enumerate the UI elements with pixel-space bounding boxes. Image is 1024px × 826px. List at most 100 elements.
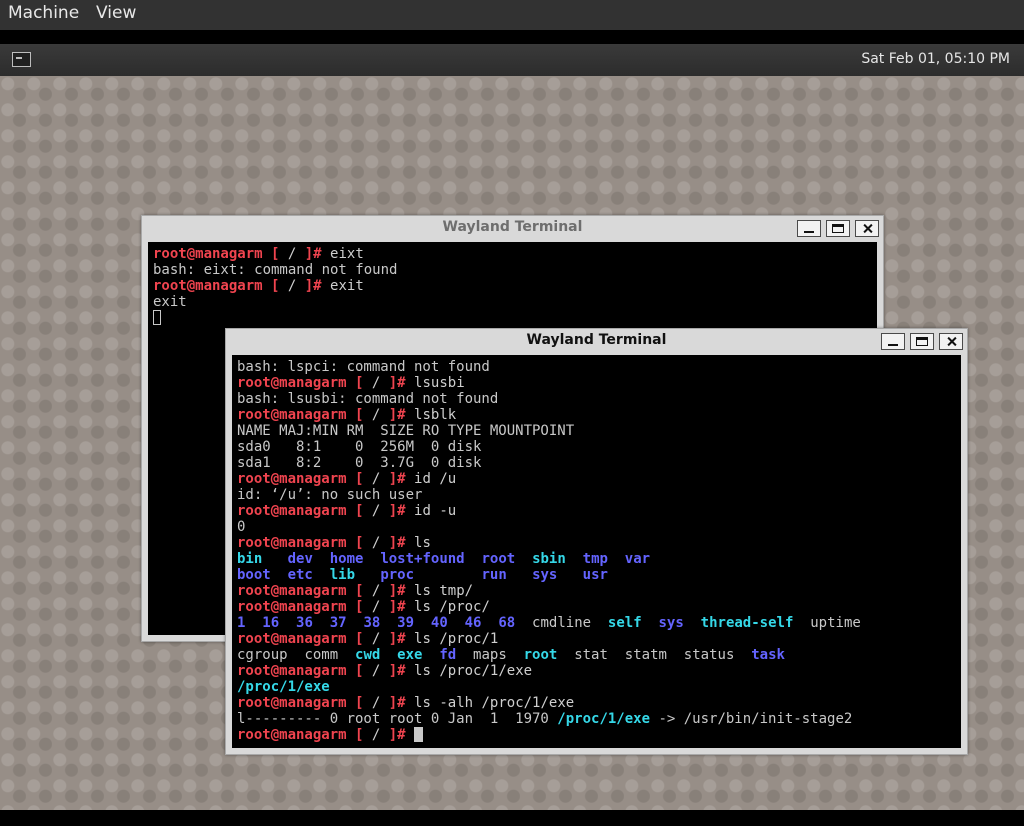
- terminal-line: root@managarm [ / ]# lsblk: [237, 407, 961, 423]
- command-text: ls /proc/1: [414, 631, 499, 647]
- close-icon[interactable]: [855, 220, 879, 237]
- listing-entry: 39: [397, 615, 415, 631]
- terminal-line: root@managarm [ / ]# eixt: [153, 246, 877, 262]
- terminal-line: bin dev home lost+found root sbin tmp va…: [237, 551, 961, 567]
- output-text: bash: lspci: command not found: [237, 359, 490, 375]
- prompt-user: root@managarm: [237, 695, 347, 711]
- command-text: id -u: [414, 503, 457, 519]
- prompt-user: root@managarm: [237, 727, 347, 743]
- maximize-icon[interactable]: [826, 220, 850, 237]
- output-text: cgroup: [237, 647, 288, 663]
- listing-entry: 37: [329, 615, 347, 631]
- prompt-user: root@managarm: [153, 278, 263, 294]
- terminal-line: root@managarm [ / ]# ls: [237, 535, 961, 551]
- close-icon[interactable]: [939, 333, 963, 350]
- prompt-path: /: [363, 535, 389, 551]
- output-text: 0: [237, 519, 246, 535]
- output-text: sda0 8:1 0 256M 0 disk: [237, 439, 482, 455]
- listing-entry: home: [329, 551, 364, 567]
- listing-entry: sbin: [532, 551, 566, 567]
- listing-entry: root: [481, 551, 516, 567]
- terminal-line: l--------- 0 root root 0 Jan 1 1970 /pro…: [237, 711, 961, 727]
- text-cursor: [153, 310, 161, 325]
- prompt-user: root@managarm: [237, 375, 347, 391]
- listing-entry: cwd: [355, 647, 381, 663]
- terminal-line: NAME MAJ:MIN RM SIZE RO TYPE MOUNTPOINT: [237, 423, 961, 439]
- listing-entry: root: [523, 647, 558, 663]
- output-text: id: ‘/u’: no such user: [237, 487, 423, 503]
- listing-entry: dev: [287, 551, 313, 567]
- listing-entry: 36: [296, 615, 313, 631]
- listing-entry: sys: [658, 615, 684, 631]
- prompt-hash: ]#: [388, 599, 406, 615]
- listing-entry: tmp: [582, 551, 608, 567]
- listing-entry: 16: [262, 615, 280, 631]
- listing-entry: lost+found: [380, 551, 465, 567]
- terminal-line: root@managarm [ / ]# ls /proc/1/exe: [237, 663, 961, 679]
- prompt-path: /: [363, 471, 389, 487]
- prompt-hash: ]#: [304, 246, 322, 262]
- minimize-icon[interactable]: [797, 220, 821, 237]
- text-cursor: [414, 727, 424, 742]
- listing-entry: 40: [430, 615, 448, 631]
- output-text: bash: eixt: command not found: [153, 262, 398, 278]
- terminal-line: root@managarm [ / ]# ls /proc/: [237, 599, 961, 615]
- terminal-line: sda1 8:2 0 3.7G 0 disk: [237, 455, 961, 471]
- prompt-path: /: [363, 727, 389, 743]
- terminal-line: root@managarm [ / ]# ls /proc/1: [237, 631, 961, 647]
- terminal-line: boot etc lib proc run sys usr: [237, 567, 961, 583]
- menu-machine[interactable]: Machine: [8, 3, 79, 23]
- terminal-line: exit: [153, 294, 877, 310]
- prompt-hash: ]#: [388, 695, 406, 711]
- window-titlebar[interactable]: Wayland Terminal: [226, 329, 967, 353]
- prompt-hash: ]#: [388, 535, 406, 551]
- menu-view[interactable]: View: [96, 3, 136, 23]
- terminal-line: root@managarm [ / ]# id /u: [237, 471, 961, 487]
- prompt-path: /: [363, 663, 389, 679]
- output-text: NAME MAJ:MIN RM SIZE RO TYPE MOUNTPOINT: [237, 423, 575, 439]
- terminal-window-front[interactable]: Wayland Terminal bash: lspci: command no…: [225, 328, 968, 755]
- listing-entry: var: [624, 551, 651, 567]
- prompt-hash: ]#: [388, 663, 406, 679]
- prompt-hash: ]#: [388, 503, 406, 519]
- terminal-line: bash: lsusbi: command not found: [237, 391, 961, 407]
- output-text: sda1 8:2 0 3.7G 0 disk: [237, 455, 482, 471]
- terminal-line: root@managarm [ / ]# ls -alh /proc/1/exe: [237, 695, 961, 711]
- output-text: exit: [153, 294, 187, 310]
- command-text: ls -alh /proc/1/exe: [414, 695, 575, 711]
- terminal-line: root@managarm [ / ]# ls tmp/: [237, 583, 961, 599]
- terminal-output[interactable]: bash: lspci: command not found root@manag…: [232, 355, 961, 748]
- bottom-border: [0, 810, 1024, 826]
- terminal-line: 0: [237, 519, 961, 535]
- prompt-user: root@managarm: [237, 631, 347, 647]
- listing-entry: fd: [439, 647, 457, 663]
- maximize-icon[interactable]: [910, 333, 934, 350]
- prompt-user: root@managarm: [237, 535, 347, 551]
- host-menubar: Machine View: [0, 0, 1024, 30]
- listing-entry: /proc/1/exe: [237, 679, 330, 695]
- prompt-hash: ]#: [388, 407, 406, 423]
- window-titlebar[interactable]: Wayland Terminal: [142, 216, 883, 240]
- command-text: ls /proc/: [414, 599, 490, 615]
- command-text: lsblk: [414, 407, 457, 423]
- prompt-user: root@managarm: [237, 599, 347, 615]
- terminal-icon[interactable]: [12, 52, 31, 67]
- minimize-icon[interactable]: [881, 333, 905, 350]
- prompt-user: root@managarm: [237, 471, 347, 487]
- prompt-user: root@managarm: [237, 503, 347, 519]
- output-text: status: [683, 647, 735, 663]
